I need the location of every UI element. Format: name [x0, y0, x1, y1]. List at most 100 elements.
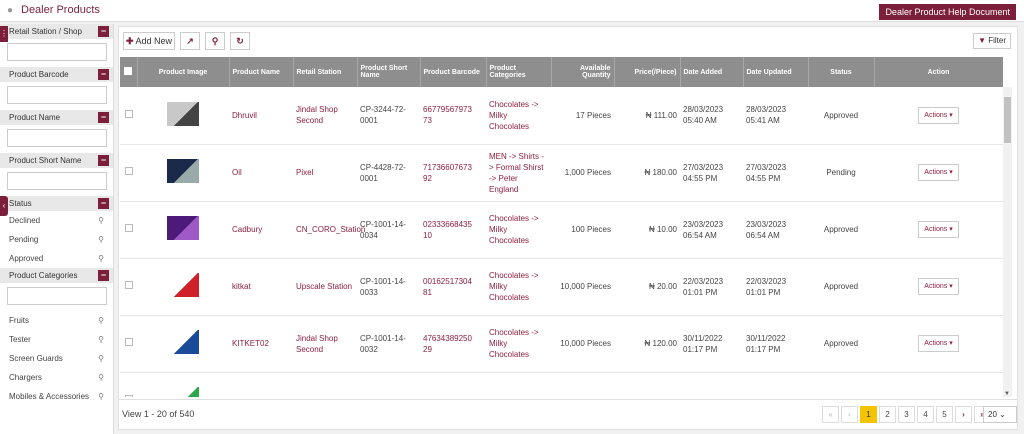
retail-station-input[interactable] [7, 43, 107, 61]
table-row[interactable]: kitkat Upscale Station CP-1001-14-0033 0016… [120, 258, 1003, 316]
action-cell: Actions ▾ [874, 315, 1003, 373]
export-button[interactable]: ↗ [180, 32, 200, 50]
product-image-cell [137, 87, 229, 145]
actions-dropdown-button[interactable]: Actions ▾ [918, 221, 959, 238]
status-item-pending[interactable]: Pending ⚲ [0, 230, 113, 249]
col-product-name[interactable]: Product Name [229, 57, 294, 87]
col-product-barcode[interactable]: Product Barcode [420, 57, 487, 87]
actions-dropdown-button[interactable]: Actions ▾ [918, 106, 959, 124]
product-thumbnail[interactable] [167, 159, 199, 183]
scroll-down-arrow-icon[interactable]: ▼ [1004, 391, 1010, 397]
product-short-name-header[interactable]: Product Short Name − [0, 153, 113, 168]
col-status[interactable]: Status [808, 57, 875, 87]
add-new-button[interactable]: ✚ Add New [123, 32, 175, 50]
collapse-minus-icon[interactable]: − [98, 198, 109, 209]
product-barcode-cell: 24080824643 [420, 372, 486, 397]
actions-dropdown-button[interactable]: Actions ▾ [918, 278, 959, 295]
collapse-sidebar-chevron-icon[interactable]: ‹ [0, 196, 8, 216]
row-checkbox[interactable] [124, 281, 133, 289]
retail-station-cell: Jindal Shop Second [293, 87, 357, 145]
product-thumbnail[interactable] [167, 101, 199, 126]
vertical-scrollbar[interactable]: ▼ [1003, 87, 1012, 397]
status-header[interactable]: Status − [0, 196, 113, 211]
product-categories-header[interactable]: Product Categories − [0, 268, 113, 283]
caret-down-icon: ▾ [947, 283, 953, 290]
search-icon[interactable]: ⚲ [98, 368, 104, 387]
collapse-minus-icon[interactable]: − [98, 69, 109, 80]
filter-button[interactable]: ▼ Filter [973, 33, 1011, 49]
select-all-checkbox[interactable] [124, 67, 133, 75]
search-icon[interactable]: ⚲ [98, 387, 104, 406]
search-icon[interactable]: ⚲ [98, 230, 104, 249]
next-page-button[interactable]: › [955, 406, 972, 423]
row-checkbox[interactable] [124, 338, 133, 346]
page-button[interactable]: 4 [917, 406, 934, 423]
col-product-categories[interactable]: Product Categories [486, 57, 552, 87]
col-price[interactable]: Price(/Piece) [614, 57, 681, 87]
col-product-image[interactable]: Product Image [137, 57, 230, 87]
page-size-select[interactable]: 20 ⌄ [983, 406, 1017, 423]
row-checkbox[interactable] [124, 224, 133, 232]
row-checkbox[interactable] [124, 167, 133, 175]
collapse-minus-icon[interactable]: − [98, 26, 109, 37]
action-cell: Actions ▾ [874, 201, 1003, 259]
category-item-screen-guards[interactable]: Screen Guards ⚲ [0, 349, 113, 368]
price-cell: ₦ 10.00 [614, 201, 680, 259]
product-categories-input[interactable] [7, 287, 107, 305]
actions-dropdown-button[interactable]: Actions ▾ [918, 164, 959, 181]
table-row[interactable]: KITKET02 Jindal Shop Second CP-1001-14-003… [120, 315, 1003, 373]
col-date-added[interactable]: Date Added [680, 57, 744, 87]
available-quantity-cell: 10,000 Pieces [551, 258, 614, 316]
select-all-cell[interactable] [120, 57, 138, 87]
help-document-button[interactable]: Dealer Product Help Document [879, 4, 1016, 20]
product-name-input[interactable] [7, 129, 107, 147]
row-checkbox[interactable] [124, 395, 133, 397]
col-available-quantity[interactable]: Available Quantity [551, 57, 615, 87]
table-row[interactable]: Cadbury CN_CORO_Station CP-1001-14-0034 023… [120, 201, 1003, 259]
category-item-tester[interactable]: Tester ⚲ [0, 330, 113, 349]
first-page-button[interactable]: « [822, 406, 839, 423]
page-button[interactable]: 3 [898, 406, 915, 423]
actions-dropdown-button[interactable]: Actions ▾ [918, 335, 959, 352]
sidebar-handle[interactable]: ⋮ [0, 26, 8, 42]
product-thumbnail[interactable] [167, 273, 199, 297]
scrollbar-thumb[interactable] [1004, 97, 1011, 143]
col-retail-station[interactable]: Retail Station [293, 57, 358, 87]
product-name-header[interactable]: Product Name − [0, 110, 113, 125]
product-thumbnail[interactable] [167, 330, 199, 354]
date-updated-cell: 28/03/2023 05:41 AM [743, 87, 808, 145]
actions-label: Actions [924, 111, 948, 119]
col-product-short-name[interactable]: Product Short Name [357, 57, 421, 87]
col-date-updated[interactable]: Date Updated [743, 57, 809, 87]
prev-page-button[interactable]: ‹ [841, 406, 858, 423]
row-checkbox[interactable] [124, 109, 133, 118]
search-icon[interactable]: ⚲ [98, 249, 104, 268]
product-short-name-input[interactable] [7, 172, 107, 190]
retail-station-header[interactable]: Retail Station / Shop − [0, 24, 113, 39]
refresh-button[interactable]: ↻ [230, 32, 250, 50]
product-barcode-input[interactable] [7, 86, 107, 104]
category-item-fruits[interactable]: Fruits ⚲ [0, 311, 113, 330]
product-barcode-header[interactable]: Product Barcode − [0, 67, 113, 82]
search-icon[interactable]: ⚲ [98, 311, 104, 330]
status-item-declined[interactable]: Declined ⚲ [0, 211, 113, 230]
page-button[interactable]: 2 [879, 406, 896, 423]
search-button[interactable]: ⚲ [205, 32, 225, 50]
collapse-minus-icon[interactable]: − [98, 112, 109, 123]
category-item-chargers[interactable]: Chargers ⚲ [0, 368, 113, 387]
page-button[interactable]: 5 [936, 406, 953, 423]
table-row[interactable]: Oil Pixel CP-4428-72-0001 71736607673 92 MEN… [120, 144, 1003, 202]
status-item-approved[interactable]: Approved ⚲ [0, 249, 113, 268]
page-button[interactable]: 1 [860, 406, 877, 423]
search-icon[interactable]: ⚲ [98, 330, 104, 349]
search-icon[interactable]: ⚲ [98, 211, 104, 230]
table-row[interactable]: VK COROCP-1001-14-24080824643 29/11/20222… [120, 372, 1003, 397]
product-thumbnail[interactable] [167, 387, 199, 397]
category-item-mobiles[interactable]: Mobiles & Accessories ⚲ [0, 387, 113, 406]
search-icon[interactable]: ⚲ [98, 349, 104, 368]
collapse-minus-icon[interactable]: − [98, 270, 109, 281]
table-row[interactable]: Dhruvil Jindal Shop Second CP-3244-72-0001… [120, 87, 1003, 145]
product-barcode-cell: 47634389250 29 [420, 315, 486, 373]
collapse-minus-icon[interactable]: − [98, 155, 109, 166]
product-thumbnail[interactable] [167, 216, 199, 240]
